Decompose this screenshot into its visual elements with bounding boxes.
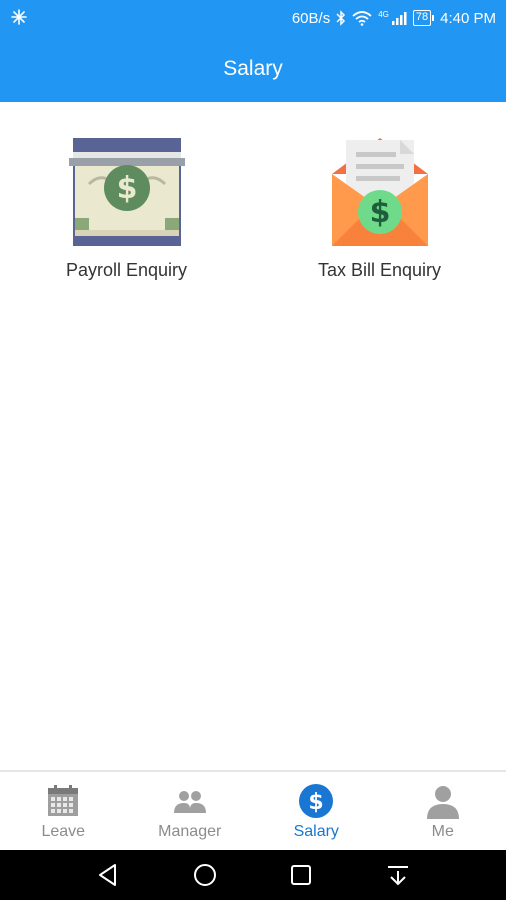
tab-manager-label: Manager bbox=[158, 823, 222, 840]
bottom-tab-bar: Leave Manager $ Salary Me bbox=[0, 770, 506, 850]
svg-text:$: $ bbox=[116, 171, 137, 206]
clock: 4:40 PM bbox=[440, 9, 496, 27]
back-icon[interactable] bbox=[95, 862, 121, 888]
calendar-icon bbox=[48, 785, 79, 816]
payroll-enquiry-tile[interactable]: $ Payroll Enquiry bbox=[0, 134, 253, 281]
tab-me-label: Me bbox=[431, 823, 454, 840]
people-icon bbox=[173, 791, 206, 813]
tab-leave-label: Leave bbox=[41, 823, 86, 840]
money-bill-icon: $ bbox=[68, 138, 185, 246]
payroll-enquiry-label: Payroll Enquiry bbox=[65, 260, 188, 280]
svg-text:$: $ bbox=[369, 195, 390, 230]
dollar-icon: $ bbox=[299, 784, 334, 818]
recents-icon[interactable] bbox=[288, 862, 314, 888]
tab-me[interactable]: Me bbox=[380, 772, 506, 850]
tab-salary[interactable]: $ Salary bbox=[253, 772, 380, 850]
notification-pull-icon[interactable] bbox=[385, 862, 411, 888]
app-bar: Salary bbox=[0, 36, 506, 102]
battery-icon: 78 bbox=[412, 10, 435, 26]
tax-bill-enquiry-tile[interactable]: $ Tax Bill Enquiry bbox=[253, 134, 506, 281]
home-icon[interactable] bbox=[192, 862, 218, 888]
tax-envelope-icon: $ bbox=[331, 138, 428, 246]
svg-text:$: $ bbox=[309, 790, 324, 815]
notification-icon bbox=[11, 9, 27, 25]
bluetooth-icon bbox=[336, 10, 346, 26]
tab-leave[interactable]: Leave bbox=[0, 772, 127, 850]
wifi-icon bbox=[352, 11, 372, 26]
network-type: 4G bbox=[378, 10, 389, 19]
tab-salary-label: Salary bbox=[293, 823, 339, 840]
page-title: Salary bbox=[223, 57, 283, 80]
main-content: $ Payroll Enquiry $ Tax Bill Enquiry bbox=[0, 102, 506, 770]
status-bar: 60B/s 4G 78 4:40 PM bbox=[0, 0, 506, 36]
tax-bill-enquiry-label: Tax Bill Enquiry bbox=[317, 260, 442, 280]
tab-manager[interactable]: Manager bbox=[127, 772, 254, 850]
battery-level: 78 bbox=[412, 10, 432, 26]
network-speed: 60B/s bbox=[291, 9, 331, 27]
system-nav-bar bbox=[0, 850, 506, 900]
signal-icon bbox=[391, 12, 407, 25]
person-icon bbox=[426, 786, 459, 819]
